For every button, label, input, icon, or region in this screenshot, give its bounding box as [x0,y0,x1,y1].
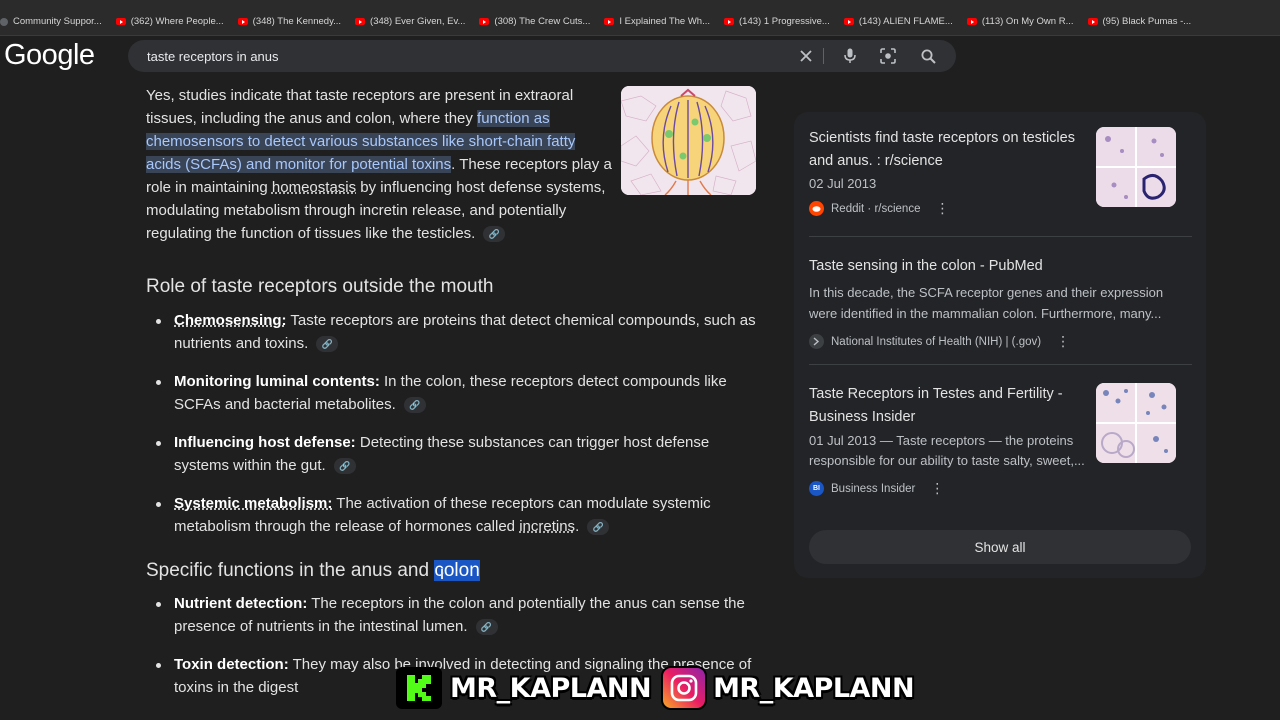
bookmark-label: (95) Black Pumas -... [1102,16,1192,27]
homeostasis-link[interactable]: homeostasis [272,179,356,196]
bookmark-label: (143) 1 Progressive... [739,16,830,27]
list-item: Chemosensing: Taste receptors are protei… [146,309,766,355]
bookmark-item[interactable]: (113) On My Own R... [966,16,1074,27]
source-snippet: In this decade, the SCFA receptor genes … [809,285,1164,321]
instagram-icon [661,666,708,710]
source-card-pubmed[interactable]: Taste sensing in the colon - PubMed In t… [809,255,1192,350]
bookmark-icon [0,17,8,26]
youtube-icon [115,18,126,25]
list-item: Monitoring luminal contents: In the colo… [146,370,766,416]
source-attribution: National Institutes of Health (NIH) | (.… [809,333,1192,350]
instagram-handle: MR_KAPLANN [713,672,915,704]
show-all-button[interactable]: Show all [809,530,1191,564]
nih-icon [809,334,824,349]
source-name: Business Insider [831,482,916,495]
link-icon[interactable]: 🔗 [475,619,498,636]
bookmark-item[interactable]: (348) The Kennedy... [237,16,342,27]
search-icon[interactable] [918,46,938,66]
link-icon[interactable]: 🔗 [483,226,506,243]
bookmark-label: (143) ALIEN FLAME... [858,16,953,27]
list-item: Nutrient detection: The receptors in the… [146,592,766,638]
search-box[interactable]: taste receptors in anus [128,40,956,72]
more-options-icon[interactable]: ⋮ [1056,333,1070,350]
divider [823,48,824,64]
divider [809,364,1192,365]
source-snippet: 01 Jul 2013 — Taste receptors — the prot… [809,433,1085,468]
bookmark-label: Community Suppor... [13,16,102,27]
divider [809,236,1192,237]
list-term: Toxin detection: [174,656,289,673]
source-name: Reddit · r/science [831,202,921,215]
streamer-overlay: MR_KAPLANN MR_KAPLANN [396,666,915,710]
list-item: Systemic metabolism: The activation of t… [146,492,766,538]
list-term: Nutrient detection: [174,595,308,612]
kick-icon [396,667,442,709]
google-logo[interactable]: Google [4,39,95,72]
source-title[interactable]: Taste sensing in the colon - PubMed [809,255,1192,278]
youtube-icon [724,18,734,25]
section-heading-functions: Specific functions in the anus and colon [146,560,766,582]
list-term: Influencing host defense: [174,434,356,451]
bookmark-item[interactable]: (143) 1 Progressive... [724,16,830,27]
link-icon[interactable]: 🔗 [316,336,339,353]
bookmark-item[interactable]: (308) The Crew Cuts... [479,16,590,27]
text-cursor [441,569,443,579]
list-term: Chemosensing: [174,312,287,329]
lens-icon[interactable] [878,46,898,66]
heading-text: Specific functions in the anus and [146,560,435,581]
bookmark-item[interactable]: Community Suppor... [0,16,102,27]
bookmark-item[interactable]: (348) Ever Given, Ev... [355,16,465,27]
list-term: Monitoring luminal contents: [174,373,380,390]
bookmark-item[interactable]: I Explained The Wh... [604,16,710,27]
bookmark-label: (362) Where People... [130,16,224,27]
source-attribution: BI Business Insider ⋮ [809,480,1192,497]
bookmark-item[interactable]: (143) ALIEN FLAME... [843,16,953,27]
youtube-icon [966,18,977,25]
source-name: National Institutes of Health (NIH) | (.… [831,335,1042,348]
bookmark-label: (113) On My Own R... [981,16,1074,27]
clear-icon[interactable] [796,46,816,66]
more-options-icon[interactable]: ⋮ [930,480,944,497]
youtube-icon [479,18,490,25]
business-insider-icon: BI [809,481,824,496]
youtube-icon [604,18,615,25]
browser-address-strip [0,0,1280,8]
incretins-link[interactable]: incretins [519,518,575,535]
search-header: Google taste receptors in anus [0,36,1280,76]
kick-handle: MR_KAPLANN [450,672,652,704]
youtube-icon [355,18,366,25]
bookmark-item[interactable]: (362) Where People... [115,16,224,27]
search-input[interactable]: taste receptors in anus [147,49,279,64]
section-heading-role: Role of taste receptors outside the mout… [146,276,494,297]
sources-panel: Scientists find taste receptors on testi… [794,112,1206,578]
bookmark-label: (348) The Kennedy... [252,16,342,27]
link-icon[interactable]: 🔗 [333,458,356,475]
link-icon[interactable]: 🔗 [403,397,426,414]
list-term: Systemic metabolism: [174,495,333,512]
list-text-tail: . [575,518,580,535]
youtube-icon [237,18,248,25]
role-list: Chemosensing: Taste receptors are protei… [146,309,766,538]
bookmark-label: (308) The Crew Cuts... [494,16,591,27]
intro-paragraph: Yes, studies indicate that taste recepto… [146,84,614,245]
source-thumbnail[interactable] [1096,383,1176,463]
microphone-icon[interactable] [840,46,860,66]
more-options-icon[interactable]: ⋮ [935,200,949,217]
source-thumbnail[interactable] [1096,127,1176,207]
youtube-icon [843,18,854,25]
source-title[interactable]: Taste Receptors in Testes and Fertility … [809,383,1099,429]
list-item: Influencing host defense: Detecting thes… [146,431,766,477]
bookmarks-bar: Community Suppor... (362) Where People...… [0,8,1280,36]
link-icon[interactable]: 🔗 [587,519,610,536]
bookmark-item[interactable]: (95) Black Pumas -... [1087,16,1192,27]
bookmark-label: (348) Ever Given, Ev... [370,16,466,27]
youtube-icon [1087,18,1098,25]
reddit-icon [809,201,824,216]
bookmark-label: I Explained The Wh... [619,16,710,27]
source-title[interactable]: Scientists find taste receptors on testi… [809,127,1099,173]
taste-bud-image[interactable] [621,86,756,195]
